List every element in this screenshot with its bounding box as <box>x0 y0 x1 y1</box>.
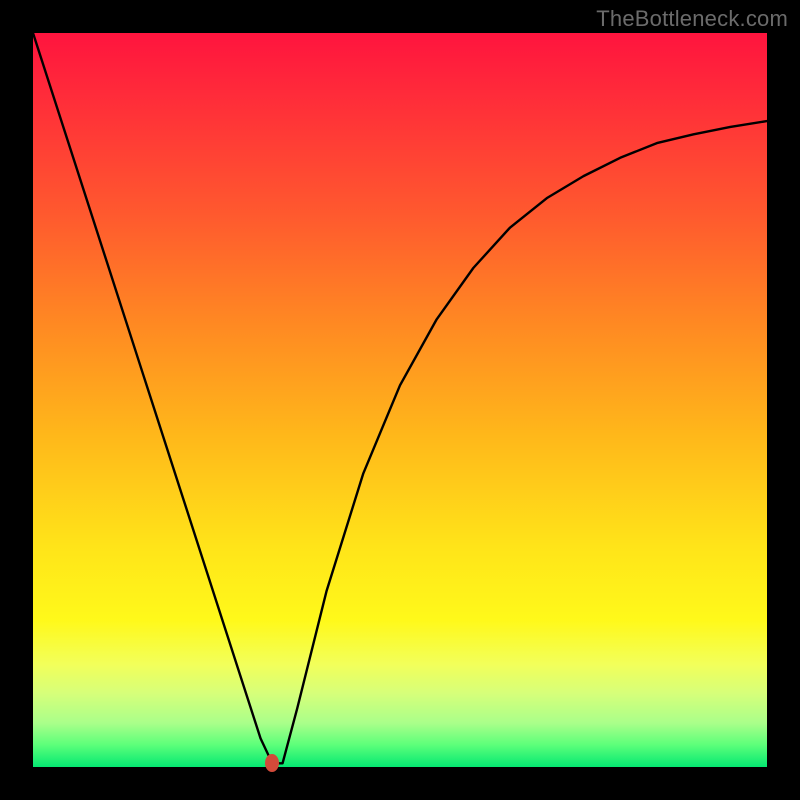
chart-frame: TheBottleneck.com <box>0 0 800 800</box>
curve-svg <box>33 33 767 767</box>
bottleneck-curve <box>33 33 767 763</box>
plot-area <box>33 33 767 767</box>
optimal-point-marker <box>265 754 279 772</box>
watermark-text: TheBottleneck.com <box>596 6 788 32</box>
